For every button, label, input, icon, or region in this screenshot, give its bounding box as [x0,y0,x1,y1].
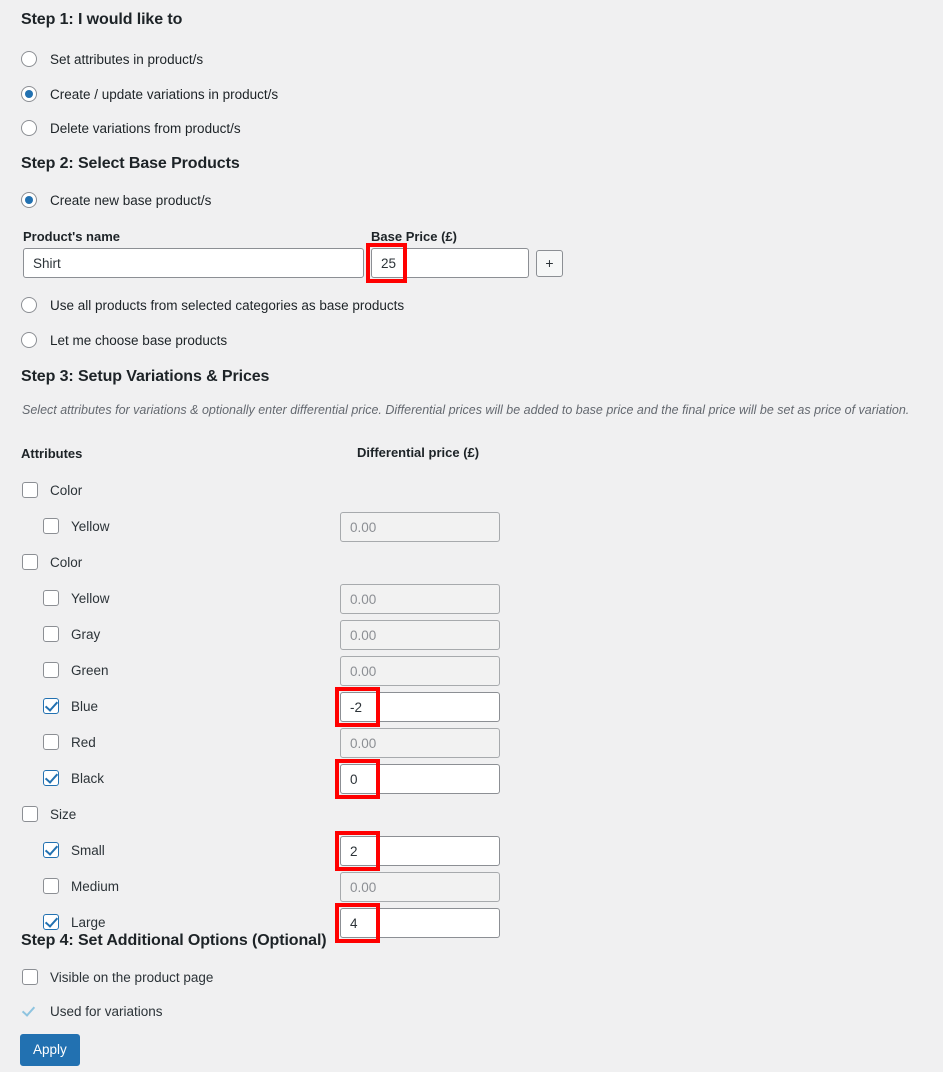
radio-label-set-attributes: Set attributes in product/s [50,51,204,67]
attribute-row[interactable]: Size [22,806,76,822]
attribute-label: Color [50,554,83,570]
product-name-label: Product's name [23,229,121,244]
attribute-label: Large [71,914,106,930]
attribute-label: Small [71,842,105,858]
radio-row-choose-base-products[interactable]: Let me choose base products [21,332,227,348]
base-price-input[interactable] [371,248,529,278]
attribute-label: Yellow [71,590,110,606]
radio-row-set-attributes[interactable]: Set attributes in product/s [21,51,203,67]
checkbox-icon-small[interactable] [43,842,59,858]
checkbox-icon-used-for-variations [22,1003,38,1019]
differential-price-input[interactable] [340,872,500,902]
checkbox-label-used-for-variations: Used for variations [50,1003,163,1019]
step1-title: Step 1: I would like to [21,11,183,28]
differential-price-input[interactable] [340,836,500,866]
apply-button[interactable]: Apply [20,1034,80,1066]
checkbox-row-used-for-variations: Used for variations [22,1003,163,1019]
radio-icon-use-category-products[interactable] [21,297,37,313]
checkbox-icon-yellow[interactable] [43,518,59,534]
differential-price-input[interactable] [340,728,500,758]
attribute-label: Black [71,770,105,786]
differential-price-column-header: Differential price (£) [357,445,480,460]
radio-row-create-new-base-product[interactable]: Create new base product/s [21,192,211,208]
attribute-label: Medium [71,878,120,894]
step3-title: Step 3: Setup Variations & Prices [21,368,270,385]
attribute-row[interactable]: Color [22,482,82,498]
attribute-row[interactable]: Yellow [43,518,110,534]
checkbox-icon-size[interactable] [22,806,38,822]
radio-icon-create-update-variations[interactable] [21,86,37,102]
radio-row-create-update-variations[interactable]: Create / update variations in product/s [21,86,278,102]
attribute-label: Gray [71,626,101,642]
attribute-label: Green [71,662,109,678]
attribute-label: Color [50,482,83,498]
checkbox-icon-green[interactable] [43,662,59,678]
checkbox-icon-blue[interactable] [43,698,59,714]
differential-price-input[interactable] [340,764,500,794]
attribute-row[interactable]: Gray [43,626,100,642]
attribute-row[interactable]: Medium [43,878,119,894]
radio-label-create-new-base-product: Create new base product/s [50,192,212,208]
checkbox-icon-medium[interactable] [43,878,59,894]
differential-price-input[interactable] [340,656,500,686]
attribute-label: Blue [71,698,99,714]
attribute-row[interactable]: Yellow [43,590,110,606]
differential-price-input[interactable] [340,620,500,650]
radio-icon-choose-base-products[interactable] [21,332,37,348]
attribute-row[interactable]: Black [43,770,104,786]
attributes-column-header: Attributes [21,446,83,461]
checkbox-icon-large[interactable] [43,914,59,930]
radio-icon-delete-variations[interactable] [21,120,37,136]
checkbox-icon-black[interactable] [43,770,59,786]
differential-price-input[interactable] [340,584,500,614]
product-name-input[interactable] [23,248,364,278]
radio-label-delete-variations: Delete variations from product/s [50,120,241,136]
attribute-row[interactable]: Green [43,662,109,678]
attribute-label: Red [71,734,96,750]
differential-price-input[interactable] [340,512,500,542]
differential-price-input[interactable] [340,692,500,722]
attribute-label: Size [50,806,77,822]
add-base-product-button[interactable]: + [536,250,563,277]
radio-icon-create-new-base-product[interactable] [21,192,37,208]
radio-label-use-category-products: Use all products from selected categorie… [50,297,405,313]
step3-note: Select attributes for variations & optio… [22,403,910,417]
radio-row-use-category-products[interactable]: Use all products from selected categorie… [21,297,404,313]
radio-label-create-update-variations: Create / update variations in product/s [50,86,279,102]
checkbox-icon-gray[interactable] [43,626,59,642]
attribute-row[interactable]: Large [43,914,106,930]
checkbox-icon-yellow[interactable] [43,590,59,606]
attribute-row[interactable]: Red [43,734,96,750]
bulk-variations-form: Step 1: I would like to Set attributes i… [0,0,943,1072]
step2-title: Step 2: Select Base Products [21,155,240,172]
radio-row-delete-variations[interactable]: Delete variations from product/s [21,120,241,136]
checkbox-icon-color[interactable] [22,554,38,570]
attribute-label: Yellow [71,518,110,534]
base-price-label: Base Price (£) [371,229,457,244]
step4-title: Step 4: Set Additional Options (Optional… [21,932,327,949]
checkbox-row-visible-on-product-page[interactable]: Visible on the product page [22,969,213,985]
differential-price-input[interactable] [340,908,500,938]
radio-label-choose-base-products: Let me choose base products [50,332,228,348]
checkbox-icon-red[interactable] [43,734,59,750]
checkbox-icon-visible-on-product-page[interactable] [22,969,38,985]
attribute-row[interactable]: Blue [43,698,98,714]
checkbox-label-visible-on-product-page: Visible on the product page [50,969,214,985]
checkbox-icon-color[interactable] [22,482,38,498]
radio-icon-set-attributes[interactable] [21,51,37,67]
attribute-row[interactable]: Color [22,554,82,570]
attribute-row[interactable]: Small [43,842,105,858]
